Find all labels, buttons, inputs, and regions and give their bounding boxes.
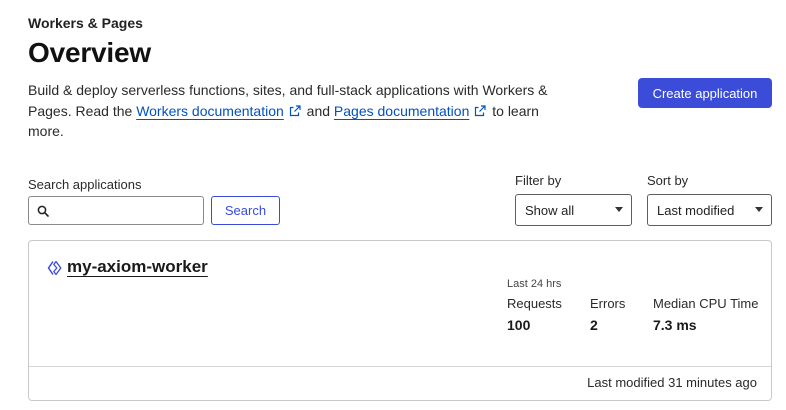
median-cpu-time-value: 7.3 ms (653, 317, 697, 333)
requests-label: Requests (507, 296, 562, 311)
worker-name-link[interactable]: my-axiom-worker (67, 257, 208, 277)
create-application-button[interactable]: Create application (638, 78, 772, 108)
worker-icon (47, 260, 62, 276)
sort-label: Sort by (647, 173, 689, 188)
search-input[interactable] (53, 199, 199, 222)
errors-value: 2 (590, 317, 598, 333)
sort-select[interactable]: Last modified (647, 194, 772, 226)
page-description: Build & deploy serverless functions, sit… (28, 80, 576, 142)
filter-select[interactable]: Show all (515, 194, 632, 226)
workers-pages-overview: Workers & Pages Overview Build & deploy … (0, 0, 786, 410)
median-cpu-time-label: Median CPU Time (653, 296, 759, 311)
page-title: Overview (28, 37, 151, 68)
external-link-icon (474, 104, 486, 117)
filter-label: Filter by (515, 173, 562, 188)
filter-selected-value: Show all (525, 202, 575, 218)
search-icon (37, 205, 49, 217)
last-modified-text: Last modified 31 minutes ago (587, 375, 757, 390)
search-label: Search applications (28, 177, 142, 192)
metrics-period-label: Last 24 hrs (507, 278, 562, 290)
worker-card: my-axiom-worker Last 24 hrs Requests 100… (28, 240, 772, 401)
external-link-icon (289, 104, 301, 117)
description-text-2: and (302, 102, 334, 119)
search-button[interactable]: Search (211, 196, 280, 225)
description-text-1: Build & deploy serverless functions, sit… (28, 82, 548, 119)
breadcrumb[interactable]: Workers & Pages (28, 15, 143, 31)
workers-documentation-link[interactable]: Workers documentation (136, 103, 284, 119)
requests-value: 100 (507, 317, 531, 333)
search-field[interactable] (28, 196, 204, 225)
errors-label: Errors (590, 296, 626, 311)
pages-documentation-link[interactable]: Pages documentation (334, 103, 469, 119)
chevron-down-icon (615, 207, 623, 212)
sort-selected-value: Last modified (657, 202, 735, 218)
chevron-down-icon (755, 207, 763, 212)
card-divider (29, 366, 771, 367)
